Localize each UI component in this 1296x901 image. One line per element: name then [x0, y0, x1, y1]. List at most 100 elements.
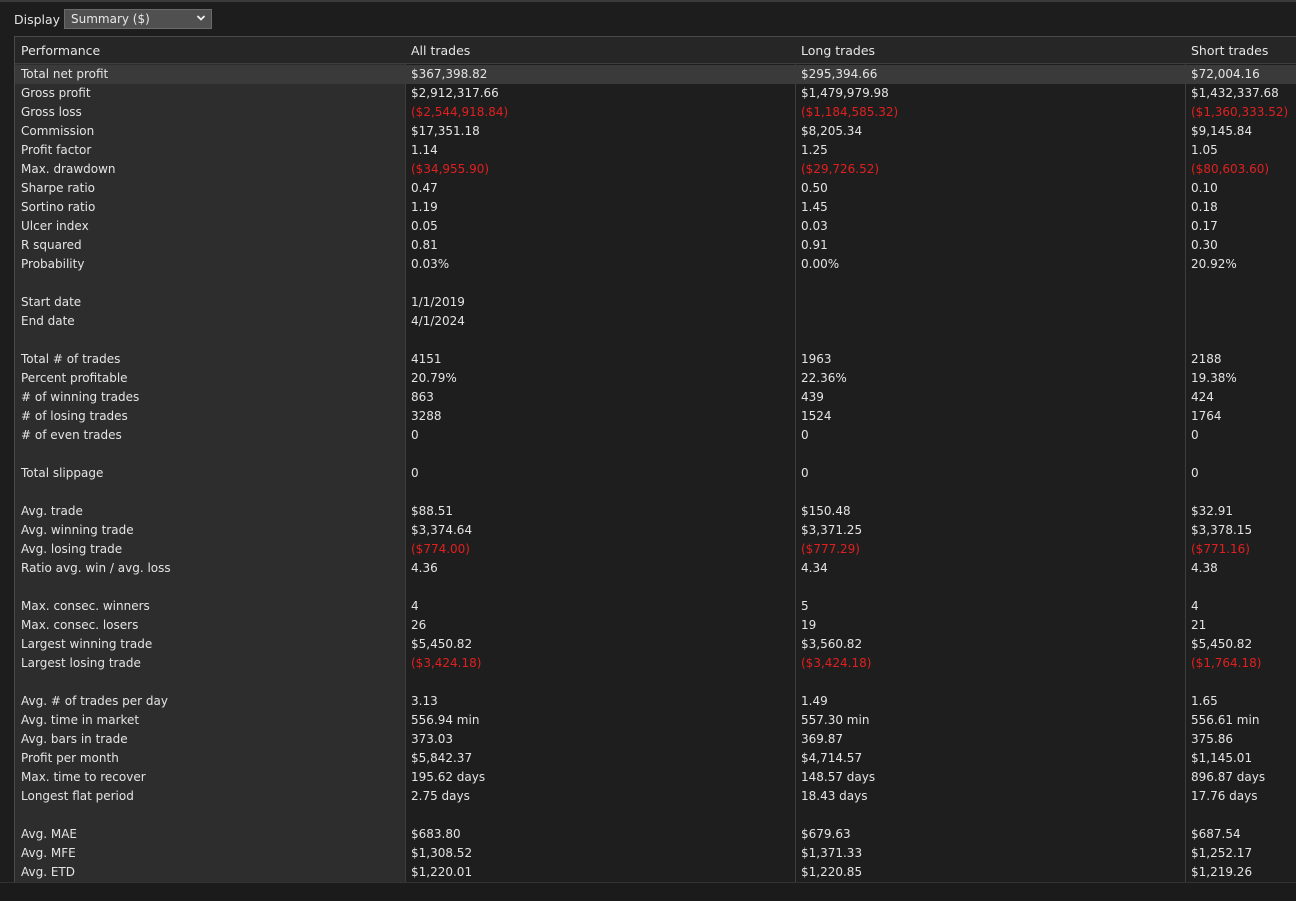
table-row[interactable]: End date 4/1/2024	[15, 312, 1296, 331]
all-trades-value: $1,308.52	[411, 846, 473, 860]
short-trades-value: ($1,764.18)	[1191, 656, 1262, 670]
display-mode-value: Summary ($)	[71, 12, 150, 26]
short-trades-value: 17.76 days	[1191, 789, 1258, 803]
row-label: # of winning trades	[21, 390, 140, 404]
long-trades-value: ($777.29)	[801, 542, 860, 556]
table-row[interactable]: # of even trades 0 0 0	[15, 426, 1296, 445]
table-row[interactable]: Gross loss ($2,544,918.84) ($1,184,585.32)…	[15, 103, 1296, 122]
long-trades-value: $1,479,979.98	[801, 86, 889, 100]
table-row[interactable]: Ulcer index 0.05 0.03 0.17	[15, 217, 1296, 236]
short-trades-value: 0.10	[1191, 181, 1218, 195]
all-trades-value: 0.81	[411, 238, 438, 252]
row-label: Gross loss	[21, 105, 82, 119]
table-row[interactable]: # of losing trades 3288 1524 1764	[15, 407, 1296, 426]
long-trades-value: 557.30 min	[801, 713, 870, 727]
row-label: End date	[21, 314, 75, 328]
all-trades-value: ($2,544,918.84)	[411, 105, 509, 119]
table-row[interactable]: Avg. losing trade ($774.00) ($777.29) ($771…	[15, 540, 1296, 559]
short-trades-value: $1,432,337.68	[1191, 86, 1279, 100]
table-row[interactable]: Max. time to recover 195.62 days 148.57 da…	[15, 768, 1296, 787]
header-all-trades[interactable]: All trades	[411, 43, 470, 58]
short-trades-value: $1,252.17	[1191, 846, 1253, 860]
long-trades-value: $4,714.57	[801, 751, 863, 765]
header-short-trades[interactable]: Short trades	[1191, 43, 1268, 58]
long-trades-value: ($1,184,585.32)	[801, 105, 899, 119]
row-label: # of losing trades	[21, 409, 128, 423]
all-trades-value: 20.79%	[411, 371, 457, 385]
table-row[interactable]: Largest losing trade ($3,424.18) ($3,424.1…	[15, 654, 1296, 673]
row-label: R squared	[21, 238, 82, 252]
table-row[interactable]: # of winning trades 863 439 424	[15, 388, 1296, 407]
table-row[interactable]: Probability 0.03% 0.00% 20.92%	[15, 255, 1296, 274]
all-trades-value: $367,398.82	[411, 67, 488, 81]
all-trades-value: 556.94 min	[411, 713, 480, 727]
short-trades-value: 0.18	[1191, 200, 1218, 214]
long-trades-value: 439	[801, 390, 824, 404]
table-row[interactable]: Max. drawdown ($34,955.90) ($29,726.52) ($8…	[15, 160, 1296, 179]
row-label: Max. drawdown	[21, 162, 116, 176]
table-row[interactable]: Longest flat period 2.75 days 18.43 days 17…	[15, 787, 1296, 806]
table-row[interactable]: Avg. winning trade $3,374.64 $3,371.25 $3,3…	[15, 521, 1296, 540]
table-row[interactable]: Start date 1/1/2019	[15, 293, 1296, 312]
table-spacer-row	[15, 445, 1296, 464]
table-row[interactable]: R squared 0.81 0.91 0.30	[15, 236, 1296, 255]
long-trades-value: $150.48	[801, 504, 851, 518]
row-label: Largest losing trade	[21, 656, 141, 670]
row-label: # of even trades	[21, 428, 122, 442]
table-row[interactable]: Avg. time in market 556.94 min 557.30 min 5…	[15, 711, 1296, 730]
table-row[interactable]: Profit per month $5,842.37 $4,714.57 $1,145…	[15, 749, 1296, 768]
short-trades-value: 4.38	[1191, 561, 1218, 575]
table-row[interactable]: Profit factor 1.14 1.25 1.05	[15, 141, 1296, 160]
all-trades-value: $5,842.37	[411, 751, 473, 765]
table-row[interactable]: Avg. ETD $1,220.01 $1,220.85 $1,219.26	[15, 863, 1296, 882]
table-row[interactable]: Sortino ratio 1.19 1.45 0.18	[15, 198, 1296, 217]
long-trades-value: 0.00%	[801, 257, 840, 271]
all-trades-value: $3,374.64	[411, 523, 473, 537]
display-mode-select[interactable]: Summary ($)	[64, 9, 212, 29]
all-trades-value: 2.75 days	[411, 789, 470, 803]
table-row[interactable]: Avg. bars in trade 373.03 369.87 375.86	[15, 730, 1296, 749]
long-trades-value: $1,220.85	[801, 865, 863, 879]
grid-rows: Total net profit $367,398.82 $295,394.66 $7…	[15, 65, 1296, 882]
table-row[interactable]: Total slippage 0 0 0	[15, 464, 1296, 483]
table-row[interactable]: Avg. MAE $683.80 $679.63 $687.54	[15, 825, 1296, 844]
long-trades-value: ($3,424.18)	[801, 656, 872, 670]
long-trades-value: 1.25	[801, 143, 828, 157]
table-row[interactable]: Percent profitable 20.79% 22.36% 19.38%	[15, 369, 1296, 388]
long-trades-value: 0.03	[801, 219, 828, 233]
header-long-trades[interactable]: Long trades	[801, 43, 875, 58]
short-trades-value: 20.92%	[1191, 257, 1237, 271]
table-row[interactable]: Sharpe ratio 0.47 0.50 0.10	[15, 179, 1296, 198]
header-performance[interactable]: Performance	[21, 43, 100, 58]
short-trades-value: 424	[1191, 390, 1214, 404]
table-row[interactable]: Ratio avg. win / avg. loss 4.36 4.34 4.38	[15, 559, 1296, 578]
long-trades-value: $8,205.34	[801, 124, 863, 138]
table-row[interactable]: Total net profit $367,398.82 $295,394.66 $7…	[15, 65, 1296, 84]
short-trades-value: $72,004.16	[1191, 67, 1260, 81]
all-trades-value: 4	[411, 599, 419, 613]
table-row[interactable]: Gross profit $2,912,317.66 $1,479,979.98 $1…	[15, 84, 1296, 103]
toolbar: Display Summary ($)	[0, 6, 1296, 32]
table-row[interactable]: Largest winning trade $5,450.82 $3,560.82 $…	[15, 635, 1296, 654]
short-trades-value: 19.38%	[1191, 371, 1237, 385]
all-trades-value: 0.05	[411, 219, 438, 233]
table-row[interactable]: Avg. trade $88.51 $150.48 $32.91	[15, 502, 1296, 521]
table-row[interactable]: Max. consec. losers 26 19 21	[15, 616, 1296, 635]
bottom-strip	[0, 882, 1296, 901]
table-row[interactable]: Avg. MFE $1,308.52 $1,371.33 $1,252.17	[15, 844, 1296, 863]
row-label: Max. consec. winners	[21, 599, 150, 613]
table-row[interactable]: Total # of trades 4151 1963 2188	[15, 350, 1296, 369]
long-trades-value: 5	[801, 599, 809, 613]
table-row[interactable]: Commission $17,351.18 $8,205.34 $9,145.84	[15, 122, 1296, 141]
short-trades-value: 4	[1191, 599, 1199, 613]
long-trades-value: $1,371.33	[801, 846, 863, 860]
short-trades-value: $5,450.82	[1191, 637, 1253, 651]
long-trades-value: 148.57 days	[801, 770, 876, 784]
row-label: Longest flat period	[21, 789, 134, 803]
short-trades-value: 1.05	[1191, 143, 1218, 157]
table-row[interactable]: Max. consec. winners 4 5 4	[15, 597, 1296, 616]
row-label: Profit factor	[21, 143, 92, 157]
long-trades-value: $679.63	[801, 827, 851, 841]
table-row[interactable]: Avg. # of trades per day 3.13 1.49 1.65	[15, 692, 1296, 711]
all-trades-value: 4/1/2024	[411, 314, 465, 328]
